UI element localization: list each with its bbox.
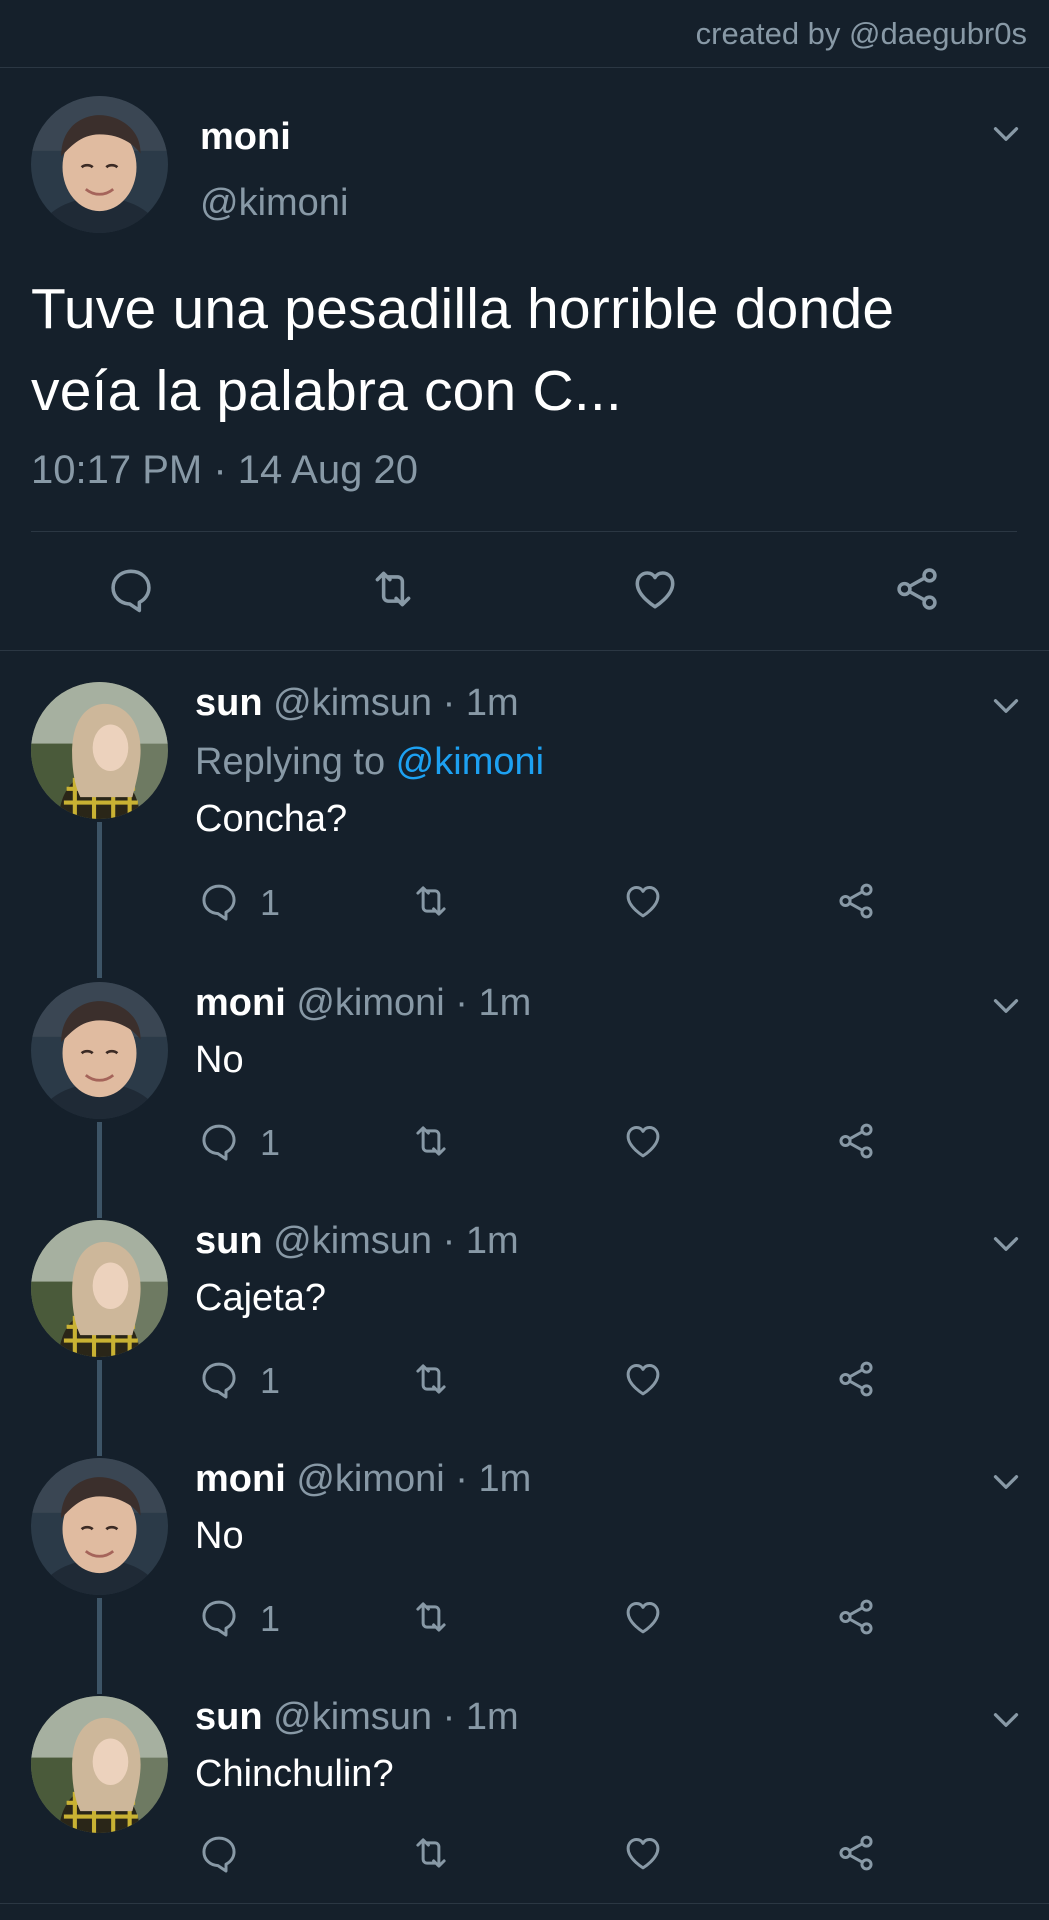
reply-meta: @kimsun · 1m — [273, 1696, 519, 1738]
reply-header: sun @kimsun · 1m — [195, 682, 519, 725]
chevron-down-icon[interactable] — [988, 1226, 1024, 1262]
thread-line — [97, 1360, 102, 1456]
like-icon[interactable] — [622, 880, 664, 922]
replying-to: Replying to @kimoni — [195, 741, 545, 783]
thread-line — [97, 822, 102, 978]
share-icon[interactable] — [835, 880, 877, 922]
retweet-icon[interactable] — [410, 1120, 452, 1162]
like-icon[interactable] — [622, 1596, 664, 1638]
reply-header: moni @kimoni · 1m — [195, 1458, 531, 1501]
reply-meta: @kimoni · 1m — [296, 1458, 532, 1500]
avatar[interactable] — [31, 1696, 168, 1833]
reply-text: Chinchulin? — [195, 1753, 394, 1795]
reply-header: moni @kimoni · 1m — [195, 982, 531, 1025]
reply-text: No — [195, 1515, 244, 1557]
reply-text: Concha? — [195, 798, 348, 840]
divider — [31, 531, 1017, 532]
reply-meta: @kimsun · 1m — [273, 682, 519, 724]
avatar[interactable] — [31, 982, 168, 1119]
main-tweet-timestamp[interactable]: 10:17 PM · 14 Aug 20 — [31, 448, 418, 493]
chevron-down-icon[interactable] — [988, 1702, 1024, 1738]
reply-header: sun @kimsun · 1m — [195, 1220, 519, 1263]
retweet-icon[interactable] — [410, 1358, 452, 1400]
reply-icon[interactable] — [198, 1596, 240, 1638]
thread-line — [97, 1598, 102, 1694]
like-icon[interactable] — [622, 1358, 664, 1400]
chevron-down-icon[interactable] — [988, 1464, 1024, 1500]
like-icon[interactable] — [630, 564, 680, 614]
avatar[interactable] — [31, 1458, 168, 1595]
reply-icon[interactable] — [106, 564, 156, 614]
avatar[interactable] — [31, 682, 168, 819]
main-tweet-name[interactable]: moni — [200, 116, 291, 159]
reply-count: 1 — [260, 882, 281, 923]
reply-icon[interactable] — [198, 880, 240, 922]
reply-meta: @kimsun · 1m — [273, 1220, 519, 1262]
reply-count: 1 — [260, 1360, 281, 1401]
credit-bar: created by @daegubr0s — [0, 0, 1049, 68]
avatar[interactable] — [31, 1220, 168, 1357]
share-icon[interactable] — [835, 1832, 877, 1874]
reply-icon[interactable] — [198, 1120, 240, 1162]
reply-name[interactable]: sun — [195, 1220, 263, 1262]
chevron-down-icon[interactable] — [988, 116, 1024, 152]
reply-name[interactable]: sun — [195, 682, 263, 724]
main-tweet-text: Tuve una pesadilla horrible donde veía l… — [31, 268, 1021, 432]
avatar[interactable] — [31, 96, 168, 233]
retweet-icon[interactable] — [410, 1596, 452, 1638]
retweet-icon[interactable] — [410, 1832, 452, 1874]
reply-text: Cajeta? — [195, 1277, 326, 1319]
thread-line — [97, 1122, 102, 1218]
reply-count: 1 — [260, 1598, 281, 1639]
main-tweet: moni @kimoni Tuve una pesadilla horrible… — [0, 68, 1049, 651]
reply-icon[interactable] — [198, 1358, 240, 1400]
replying-to-link[interactable]: @kimoni — [396, 741, 544, 783]
reply-name[interactable]: moni — [195, 1458, 286, 1500]
main-tweet-text-line1: Tuve una pesadilla horrible donde — [31, 277, 895, 341]
retweet-icon[interactable] — [410, 880, 452, 922]
main-tweet-text-line2: veía la palabra con C... — [31, 359, 622, 423]
reply-icon[interactable] — [198, 1832, 240, 1874]
credit-text: created by @daegubr0s — [695, 16, 1027, 51]
main-tweet-handle[interactable]: @kimoni — [200, 182, 348, 225]
chevron-down-icon[interactable] — [988, 688, 1024, 724]
reply-count: 1 — [260, 1122, 281, 1163]
share-icon[interactable] — [835, 1358, 877, 1400]
reply-meta: @kimoni · 1m — [296, 982, 532, 1024]
reply-text: No — [195, 1039, 244, 1081]
like-icon[interactable] — [622, 1120, 664, 1162]
retweet-icon[interactable] — [368, 564, 418, 614]
reply-header: sun @kimsun · 1m — [195, 1696, 519, 1739]
divider — [0, 1903, 1049, 1904]
share-icon[interactable] — [892, 564, 942, 614]
reply-name[interactable]: sun — [195, 1696, 263, 1738]
chevron-down-icon[interactable] — [988, 988, 1024, 1024]
share-icon[interactable] — [835, 1120, 877, 1162]
share-icon[interactable] — [835, 1596, 877, 1638]
like-icon[interactable] — [622, 1832, 664, 1874]
reply-name[interactable]: moni — [195, 982, 286, 1024]
